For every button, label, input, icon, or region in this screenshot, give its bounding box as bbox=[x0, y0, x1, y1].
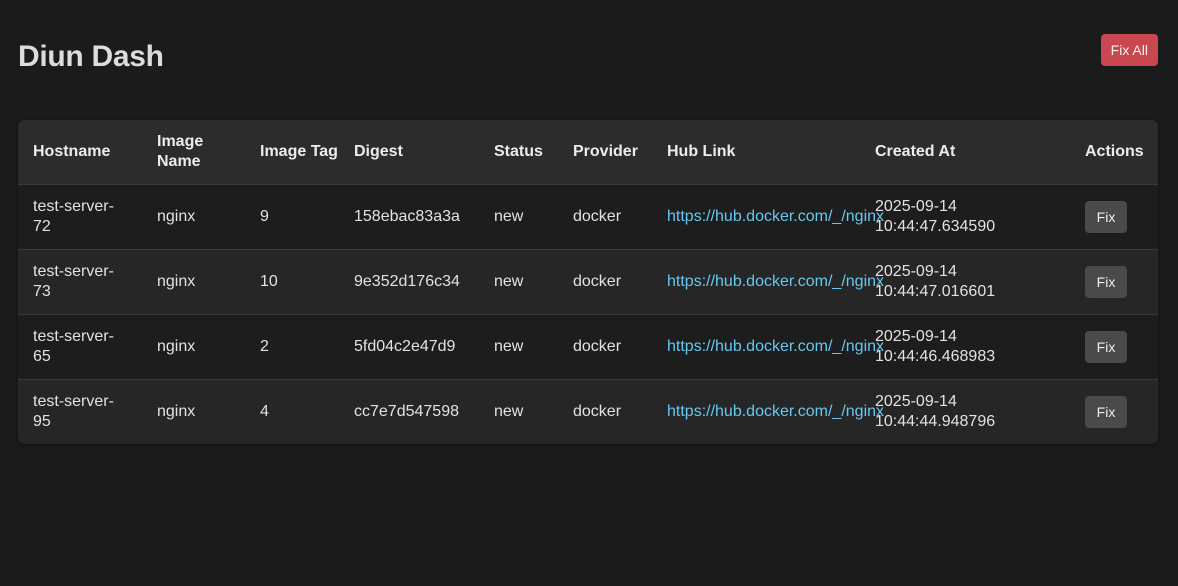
cell-image-name: nginx bbox=[157, 337, 196, 355]
cell-image-tag: 2 bbox=[260, 337, 269, 355]
cell-created-at: 2025-09-14 10:44:47.634590 bbox=[875, 197, 996, 235]
cell-digest: 9e352d176c34 bbox=[354, 272, 460, 290]
column-header-actions: Actions bbox=[1085, 142, 1144, 160]
column-header-provider[interactable]: Provider bbox=[558, 120, 652, 184]
hub-link[interactable]: https://hub.docker.com/_/nginx bbox=[667, 338, 884, 355]
table-row: test-server-73 nginx 10 9e352d176c34 new… bbox=[18, 249, 1158, 314]
cell-status: new bbox=[494, 272, 524, 290]
column-header-created-at[interactable]: Created At bbox=[860, 120, 1070, 184]
table-row: test-server-65 nginx 2 5fd04c2e47d9 new … bbox=[18, 314, 1158, 379]
cell-actions: Fix bbox=[1070, 249, 1158, 314]
cell-created-at: 2025-09-14 10:44:46.468983 bbox=[875, 327, 996, 365]
cell-hostname: test-server-65 bbox=[33, 327, 114, 365]
fix-button[interactable]: Fix bbox=[1085, 200, 1127, 233]
cell-image-name: nginx bbox=[157, 402, 196, 420]
cell-actions: Fix bbox=[1070, 379, 1158, 444]
cell-created-at: 2025-09-14 10:44:47.016601 bbox=[875, 262, 996, 300]
cell-hostname: test-server-95 bbox=[33, 392, 114, 430]
cell-provider: docker bbox=[573, 337, 622, 355]
cell-digest: cc7e7d547598 bbox=[354, 402, 459, 420]
fix-button[interactable]: Fix bbox=[1085, 395, 1127, 428]
column-header-hub-link[interactable]: Hub Link bbox=[652, 120, 860, 184]
cell-provider: docker bbox=[573, 402, 622, 420]
cell-hub-link: https://hub.docker.com/_/nginx bbox=[652, 249, 884, 314]
cell-provider: docker bbox=[573, 207, 622, 225]
page: Diun Dash Fix All Hostname Image Name Im… bbox=[0, 0, 1178, 586]
cell-hub-link: https://hub.docker.com/_/nginx bbox=[652, 184, 884, 249]
cell-image-tag: 9 bbox=[260, 207, 269, 225]
cell-hostname: test-server-72 bbox=[33, 197, 114, 235]
column-header-image-name[interactable]: Image Name bbox=[142, 120, 245, 184]
hub-link[interactable]: https://hub.docker.com/_/nginx bbox=[667, 403, 884, 420]
cell-actions: Fix bbox=[1070, 184, 1158, 249]
fix-button[interactable]: Fix bbox=[1085, 265, 1127, 298]
cell-image-name: nginx bbox=[157, 207, 196, 225]
column-header-image-tag[interactable]: Image Tag bbox=[245, 120, 339, 184]
cell-digest: 5fd04c2e47d9 bbox=[354, 337, 456, 355]
updates-table-container: Hostname Image Name Image Tag Digest Sta… bbox=[18, 120, 1158, 444]
table-row: test-server-72 nginx 9 158ebac83a3a new … bbox=[18, 184, 1158, 249]
page-title: Diun Dash bbox=[18, 40, 164, 73]
fix-button[interactable]: Fix bbox=[1085, 330, 1127, 363]
cell-hostname: test-server-73 bbox=[33, 262, 114, 300]
column-header-digest[interactable]: Digest bbox=[339, 120, 479, 184]
cell-status: new bbox=[494, 402, 524, 420]
cell-hub-link: https://hub.docker.com/_/nginx bbox=[652, 379, 884, 444]
fix-all-button[interactable]: Fix All bbox=[1100, 34, 1158, 66]
table-row: test-server-95 nginx 4 cc7e7d547598 new … bbox=[18, 379, 1158, 444]
table-header-row: Hostname Image Name Image Tag Digest Sta… bbox=[18, 120, 1158, 184]
cell-image-tag: 10 bbox=[260, 272, 278, 290]
cell-image-name: nginx bbox=[157, 272, 196, 290]
column-header-hostname[interactable]: Hostname bbox=[18, 120, 142, 184]
cell-status: new bbox=[494, 207, 524, 225]
cell-provider: docker bbox=[573, 272, 622, 290]
cell-created-at: 2025-09-14 10:44:44.948796 bbox=[875, 392, 996, 430]
cell-status: new bbox=[494, 337, 524, 355]
cell-hub-link: https://hub.docker.com/_/nginx bbox=[652, 314, 884, 379]
hub-link[interactable]: https://hub.docker.com/_/nginx bbox=[667, 273, 884, 290]
cell-actions: Fix bbox=[1070, 314, 1158, 379]
updates-table: Hostname Image Name Image Tag Digest Sta… bbox=[18, 120, 1158, 444]
cell-image-tag: 4 bbox=[260, 402, 269, 420]
cell-digest: 158ebac83a3a bbox=[354, 207, 460, 225]
hub-link[interactable]: https://hub.docker.com/_/nginx bbox=[667, 208, 884, 225]
column-header-status[interactable]: Status bbox=[479, 120, 558, 184]
